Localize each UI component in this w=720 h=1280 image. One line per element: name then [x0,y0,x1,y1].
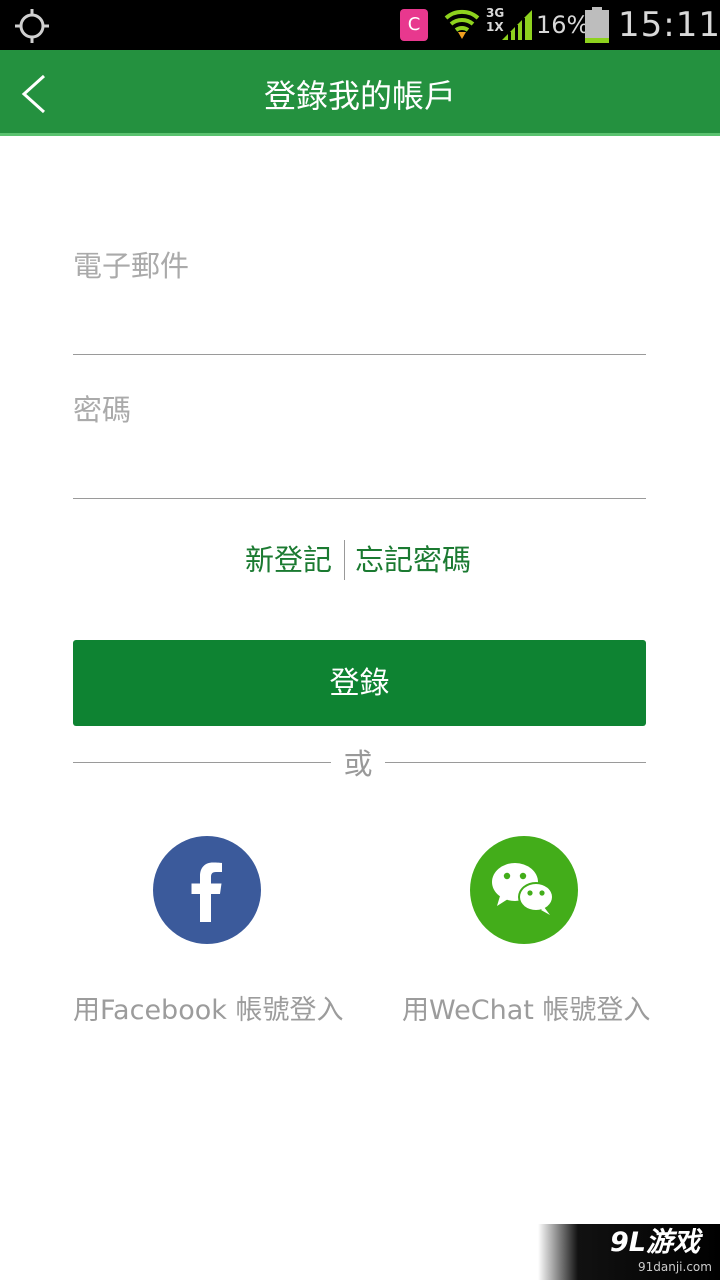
facebook-icon [191,862,222,922]
register-link[interactable]: 新登記 [245,537,332,583]
separator-line-left [73,762,331,763]
or-separator: 或 [73,742,646,786]
password-input[interactable] [73,384,646,436]
email-input[interactable] [73,240,646,292]
password-field [73,384,646,499]
or-text: 或 [343,747,373,781]
separator-line-right [385,762,646,763]
app-notification-icon: C [400,9,428,41]
wechat-login-label[interactable]: 用WeChat 帳號登入 [402,988,650,1034]
facebook-login-button[interactable] [153,836,261,944]
page-title: 登錄我的帳戶 [263,77,456,115]
account-links: 新登記 忘記密碼 [0,537,720,581]
email-field [73,240,646,355]
watermark-url: 91danji.com [638,1260,712,1274]
signal-icon [502,10,532,40]
wifi-icon [444,9,480,39]
wechat-icon [492,863,554,915]
clock: 15:11 [618,5,720,45]
watermark-brand: 9L游戏 [610,1227,700,1258]
battery-percent: 16% [536,11,590,39]
link-divider [344,540,345,580]
status-bar: C 3G 1X 16% 15:11 [0,0,720,50]
gps-icon [15,9,49,43]
app-bar: 登錄我的帳戶 [0,50,720,136]
login-button[interactable]: 登錄 [73,640,646,726]
facebook-login-label[interactable]: 用Facebook 帳號登入 [73,988,343,1034]
forgot-password-link[interactable]: 忘記密碼 [355,537,471,583]
battery-icon [585,7,609,43]
wechat-login-button[interactable] [470,836,578,944]
watermark: 9L游戏 91danji.com [538,1224,720,1280]
